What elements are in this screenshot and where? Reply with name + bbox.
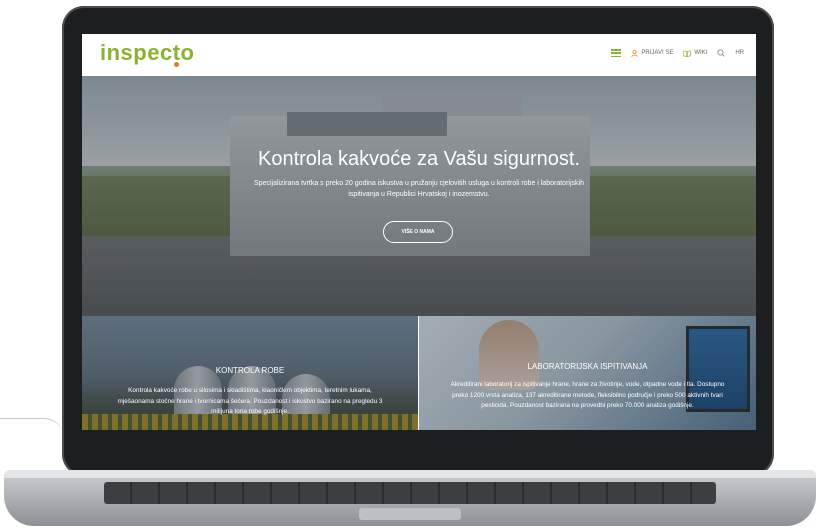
login-link[interactable]: PRIJAVI SE xyxy=(631,49,674,57)
wiki-link[interactable]: WIKI xyxy=(683,49,708,57)
laptop-base-edge xyxy=(4,470,816,478)
search-icon xyxy=(717,49,726,57)
user-icon xyxy=(631,49,639,57)
book-icon xyxy=(683,49,691,57)
search-button[interactable] xyxy=(717,49,726,57)
site-header: inspecto PRIJAVI SE WIKI HR xyxy=(82,34,756,76)
hero-subtitle: Specijalizirana tvrtka s preko 20 godina… xyxy=(254,180,584,198)
wiki-label: WIKI xyxy=(694,50,708,56)
card-text: Akreditirani laboratorij za ispitivanje … xyxy=(450,381,725,409)
keyboard xyxy=(104,482,716,504)
card-title: KONTROLA ROBE xyxy=(215,366,285,375)
power-cable xyxy=(0,418,64,447)
about-us-button[interactable]: VIŠE O NAMA xyxy=(383,221,453,243)
card-overlay xyxy=(419,316,756,430)
inspecto-logo[interactable]: inspecto xyxy=(100,40,194,66)
laboratory-card[interactable]: LABORATORIJSKA ISPITIVANJA Akreditirani … xyxy=(419,316,756,430)
trackpad xyxy=(359,508,461,520)
hero-title: Kontrola kakvoće za Vašu sigurnost. xyxy=(257,148,581,170)
logo-dot-icon xyxy=(174,62,179,67)
card-title: LABORATORIJSKA ISPITIVANJA xyxy=(527,362,648,371)
website-screen: inspecto PRIJAVI SE WIKI HR Kontrola kak… xyxy=(82,34,756,430)
language-label: HR xyxy=(735,50,744,56)
laptop-base xyxy=(4,470,816,526)
top-nav: PRIJAVI SE WIKI HR xyxy=(611,49,744,57)
card-text: Kontrola kakvoće robe u silosima i sklad… xyxy=(117,387,383,415)
hero-section: Kontrola kakvoće za Vašu sigurnost. Spec… xyxy=(82,76,756,316)
hamburger-menu-icon[interactable] xyxy=(611,49,622,57)
goods-control-card[interactable]: KONTROLA ROBE Kontrola kakvoće robe u si… xyxy=(82,316,418,430)
login-label: PRIJAVI SE xyxy=(641,50,674,56)
language-switch[interactable]: HR xyxy=(735,50,744,56)
